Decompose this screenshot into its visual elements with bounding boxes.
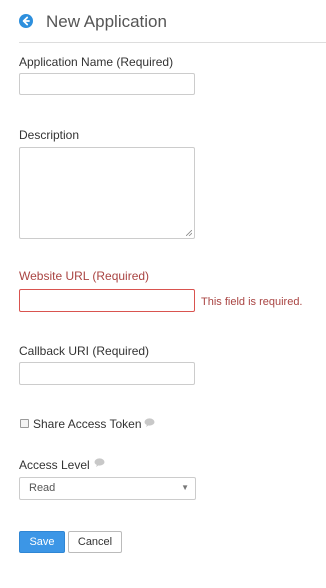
- back-arrow-icon[interactable]: [19, 14, 33, 28]
- share-token-checkbox[interactable]: [20, 419, 29, 428]
- access-level-label: Access Level: [19, 458, 90, 472]
- description-label: Description: [19, 128, 80, 142]
- share-token-label[interactable]: Share Access Token: [33, 417, 142, 431]
- callback-uri-label: Callback URI (Required): [19, 344, 150, 358]
- app-name-label: Application Name (Required): [19, 55, 174, 69]
- page-header: New Application: [19, 11, 326, 43]
- cancel-button[interactable]: Cancel: [68, 531, 122, 553]
- callback-uri-input[interactable]: [19, 362, 195, 385]
- chevron-down-icon: ▼: [181, 483, 189, 492]
- website-url-error: This field is required.: [201, 296, 303, 308]
- website-url-input[interactable]: [19, 289, 195, 312]
- description-textarea[interactable]: [19, 147, 195, 239]
- resize-grip-icon[interactable]: [186, 230, 192, 236]
- page-title: New Application: [46, 12, 167, 31]
- save-button[interactable]: Save: [19, 531, 65, 553]
- speech-bubble-icon[interactable]: [94, 458, 105, 467]
- speech-bubble-icon[interactable]: [144, 418, 155, 427]
- website-url-label: Website URL (Required): [19, 269, 150, 283]
- access-level-value: Read: [29, 482, 56, 494]
- app-name-input[interactable]: [19, 73, 195, 95]
- access-level-select[interactable]: Read ▼: [19, 477, 196, 500]
